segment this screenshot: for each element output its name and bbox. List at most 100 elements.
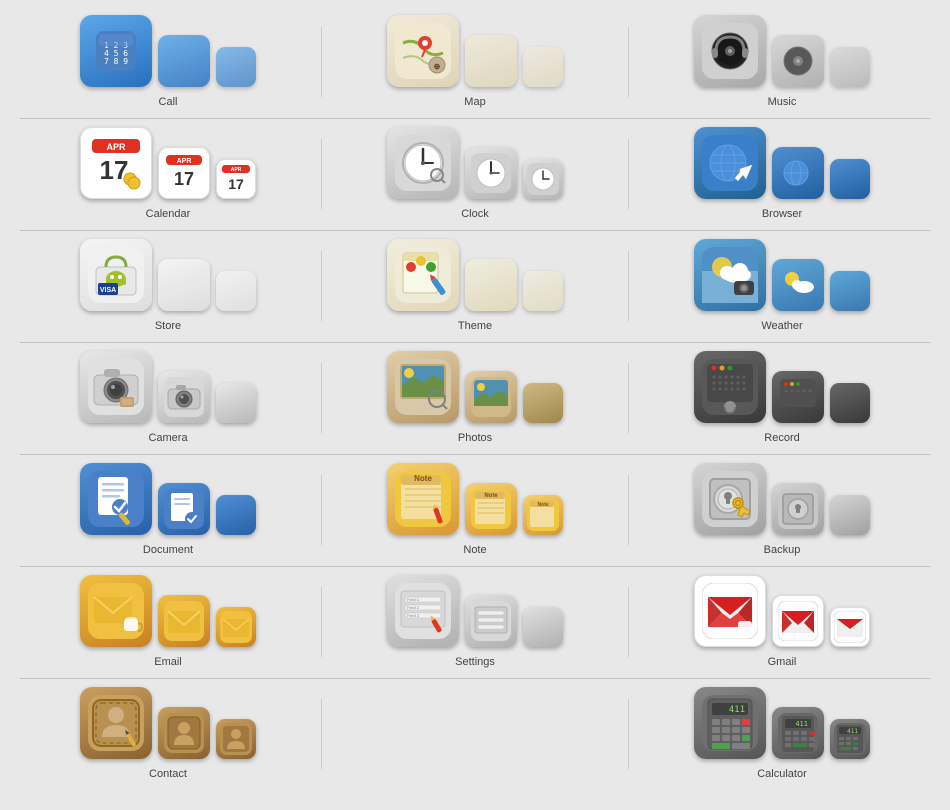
group-gmail: Gmail [634,575,930,668]
calculator-label: Calculator [757,768,807,780]
svg-text:Note: Note [537,502,548,508]
music-icon-lg[interactable] [694,15,766,87]
document-icon-sm[interactable] [216,495,256,535]
photos-icon-lg[interactable] [387,351,459,423]
camera-icon-sm[interactable] [216,383,256,423]
group-email: Email [20,575,316,668]
gmail-icon-lg[interactable] [694,575,766,647]
call-icon-md[interactable] [158,35,210,87]
settings-icon-lg[interactable]: Field 1 Field 2 Field 3 [387,575,459,647]
theme-icon-lg[interactable] [387,239,459,311]
calculator-icon-md[interactable]: 411 [772,707,824,759]
svg-text:411: 411 [795,720,808,728]
store-icon-sm[interactable] [216,271,256,311]
calendar-icons: APR 17 APR 17 [80,127,256,199]
email-icon-md[interactable] [158,595,210,647]
backup-icon-md[interactable] [772,483,824,535]
group-theme: Theme [327,239,623,332]
document-icon-lg[interactable] [80,463,152,535]
calendar-icon-sm[interactable]: APR 17 [216,159,256,199]
divider-2a [321,139,322,209]
record-icon-lg[interactable] [694,351,766,423]
group-backup: Backup [634,463,930,556]
calendar-icon-md[interactable]: APR 17 [158,147,210,199]
gmail-icons [694,575,870,647]
email-icon-sm[interactable] [216,607,256,647]
camera-label: Camera [148,432,187,444]
gmail-label: Gmail [768,656,797,668]
call-icons: 1 2 3 4 5 6 7 8 9 [80,15,256,87]
music-icon-sm[interactable] [830,47,870,87]
weather-icon-lg[interactable] [694,239,766,311]
browser-icon-md[interactable] [772,147,824,199]
backup-icon-sm[interactable] [830,495,870,535]
settings-icon-sm[interactable] [523,607,563,647]
camera-icon-lg[interactable] [80,351,152,423]
store-label: Store [155,320,181,332]
settings-icon-md[interactable] [465,595,517,647]
gmail-icon-sm[interactable] [830,607,870,647]
record-icon-sm[interactable] [830,383,870,423]
store-icon-lg[interactable]: VISA [80,239,152,311]
divider-6b [628,587,629,657]
note-icon-md[interactable]: Note [465,483,517,535]
browser-icon-sm[interactable] [830,159,870,199]
clock-icon-sm[interactable] [523,159,563,199]
calculator-icon-sm[interactable]: 411 [830,719,870,759]
svg-text:⊕: ⊕ [434,62,441,71]
browser-icon-lg[interactable] [694,127,766,199]
clock-icon-md[interactable] [465,147,517,199]
backup-icons [694,463,870,535]
browser-icons [694,127,870,199]
contact-icon-md[interactable] [158,707,210,759]
calendar-icon-lg[interactable]: APR 17 [80,127,152,199]
call-icon-lg[interactable]: 1 2 3 4 5 6 7 8 9 [80,15,152,87]
svg-text:Note: Note [414,474,432,483]
svg-text:17: 17 [228,176,244,192]
email-icon-lg[interactable] [80,575,152,647]
camera-icon-md[interactable] [158,371,210,423]
music-icon-md[interactable] [772,35,824,87]
gmail-icon-md[interactable] [772,595,824,647]
clock-label: Clock [461,208,489,220]
clock-icons [387,127,563,199]
divider-2b [628,139,629,209]
weather-icons [694,239,870,311]
theme-icon-sm[interactable] [523,271,563,311]
map-icon-md[interactable] [465,35,517,87]
music-icons [694,15,870,87]
group-record: Record [634,351,930,444]
weather-label: Weather [761,320,802,332]
document-label: Document [143,544,193,556]
photos-icon-sm[interactable] [523,383,563,423]
record-icon-md[interactable] [772,371,824,423]
music-label: Music [768,96,797,108]
map-label: Map [464,96,485,108]
weather-icon-sm[interactable] [830,271,870,311]
svg-text:VISA: VISA [100,287,116,294]
svg-text:7 8 9: 7 8 9 [104,57,128,66]
note-icon-lg[interactable]: Note [387,463,459,535]
map-icon-sm[interactable] [523,47,563,87]
note-icons: Note Note [387,463,563,535]
theme-icon-md[interactable] [465,259,517,311]
svg-text:411: 411 [729,705,745,715]
calculator-icon-lg[interactable]: 411 [694,687,766,759]
photos-icon-md[interactable] [465,371,517,423]
document-icon-md[interactable] [158,483,210,535]
backup-icon-lg[interactable] [694,463,766,535]
contact-icon-lg[interactable] [80,687,152,759]
calendar-label: Calendar [146,208,191,220]
divider-5b [628,475,629,545]
svg-text:411: 411 [847,728,858,735]
note-icon-sm[interactable]: Note [523,495,563,535]
call-icon-sm[interactable] [216,47,256,87]
group-calculator: 411 [634,687,930,780]
map-icon-lg[interactable]: ⊕ [387,15,459,87]
weather-icon-md[interactable] [772,259,824,311]
divider-7b [628,699,629,769]
store-icon-md[interactable] [158,259,210,311]
call-label: Call [159,96,178,108]
contact-icon-sm[interactable] [216,719,256,759]
clock-icon-lg[interactable] [387,127,459,199]
